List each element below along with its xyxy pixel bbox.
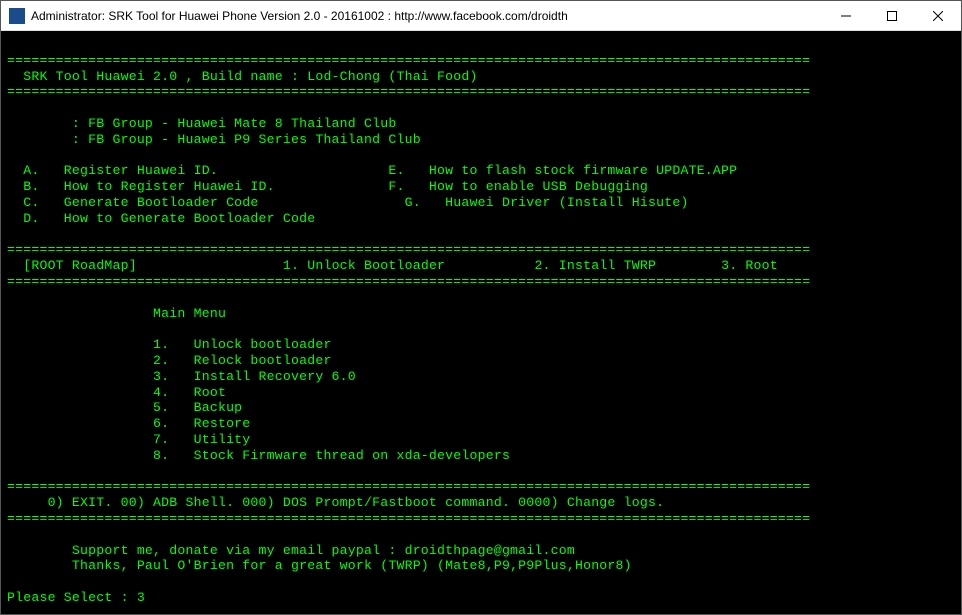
prompt-label: Please Select : <box>7 590 137 605</box>
divider: ========================================… <box>7 274 810 289</box>
roadmap-label: [ROOT RoadMap] <box>7 258 137 273</box>
info-c: C. Generate Bootloader Code <box>7 195 259 210</box>
menu-item-2: 2. Relock bootloader <box>7 353 332 368</box>
divider: ========================================… <box>7 84 810 99</box>
divider: ========================================… <box>7 479 810 494</box>
window-title: Administrator: SRK Tool for Huawei Phone… <box>31 9 823 23</box>
title-bar: Administrator: SRK Tool for Huawei Phone… <box>1 1 961 31</box>
app-icon <box>9 8 25 24</box>
support-line-2: Thanks, Paul O'Brien for a great work (T… <box>7 558 632 573</box>
divider: ========================================… <box>7 53 810 68</box>
divider: ========================================… <box>7 511 810 526</box>
blank-line <box>7 574 15 589</box>
close-button[interactable] <box>915 1 961 30</box>
menu-item-7: 7. Utility <box>7 432 250 447</box>
support-line-1: Support me, donate via my email paypal :… <box>7 543 575 558</box>
roadmap-step2: 2. Install TWRP <box>534 258 656 273</box>
fb-group-2: : FB Group - Huawei P9 Series Thailand C… <box>7 132 421 147</box>
window-controls <box>823 1 961 30</box>
divider: ========================================… <box>7 242 810 257</box>
info-e: E. How to flash stock firmware UPDATE.AP… <box>388 163 737 178</box>
maximize-button[interactable] <box>869 1 915 30</box>
blank-line <box>7 527 15 542</box>
menu-title: Main Menu <box>7 306 226 321</box>
menu-item-6: 6. Restore <box>7 416 250 431</box>
prompt-input[interactable]: 3 <box>137 590 145 605</box>
roadmap-step1: 1. Unlock Bootloader <box>283 258 445 273</box>
blank-line <box>7 148 15 163</box>
header-line: SRK Tool Huawei 2.0 , Build name : Lod-C… <box>7 69 478 84</box>
menu-item-5: 5. Backup <box>7 400 242 415</box>
info-a: A. Register Huawei ID. <box>7 163 218 178</box>
blank-line <box>7 464 15 479</box>
info-g: G. Huawei Driver (Install Hisute) <box>405 195 689 210</box>
blank-line <box>7 100 15 115</box>
blank-line <box>7 37 15 52</box>
fb-group-1: : FB Group - Huawei Mate 8 Thailand Club <box>7 116 396 131</box>
blank-line <box>7 227 15 242</box>
footer-options: 0) EXIT. 00) ADB Shell. 000) DOS Prompt/… <box>7 495 664 510</box>
terminal-output[interactable]: ========================================… <box>1 31 961 614</box>
info-f: F. How to enable USB Debugging <box>388 179 648 194</box>
roadmap-step3: 3. Root <box>721 258 778 273</box>
info-d: D. How to Generate Bootloader Code <box>7 211 315 226</box>
info-b: B. How to Register Huawei ID. <box>7 179 275 194</box>
blank-line <box>7 321 15 336</box>
menu-item-3: 3. Install Recovery 6.0 <box>7 369 356 384</box>
menu-item-1: 1. Unlock bootloader <box>7 337 332 352</box>
blank-line <box>7 290 15 305</box>
minimize-button[interactable] <box>823 1 869 30</box>
menu-item-8: 8. Stock Firmware thread on xda-develope… <box>7 448 510 463</box>
menu-item-4: 4. Root <box>7 385 226 400</box>
